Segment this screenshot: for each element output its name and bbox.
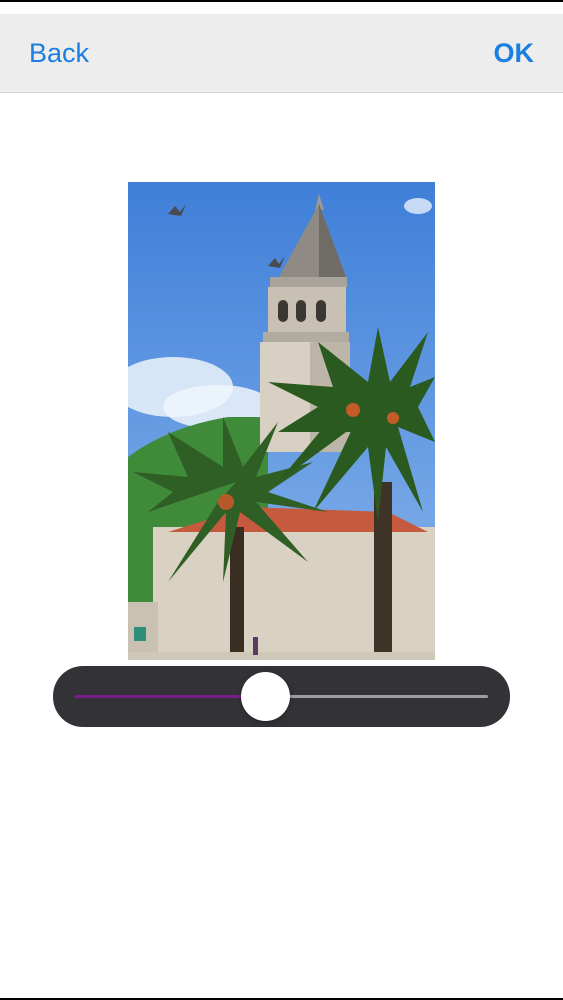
adjustment-slider-panel [53,666,510,727]
green-door [134,627,146,641]
slider-thumb[interactable] [240,672,290,721]
photo-preview [128,182,435,660]
back-button[interactable]: Back [29,36,89,70]
navigation-bar: Back OK [0,14,563,93]
slider-fill [75,695,265,698]
person [253,637,258,655]
cloud [404,198,432,214]
slider-track[interactable] [75,672,488,721]
plaza-ground [128,652,435,660]
photo-adjust-screen: Back OK [0,0,563,1000]
status-bar-edge [0,0,563,2]
ok-button[interactable]: OK [494,36,535,70]
